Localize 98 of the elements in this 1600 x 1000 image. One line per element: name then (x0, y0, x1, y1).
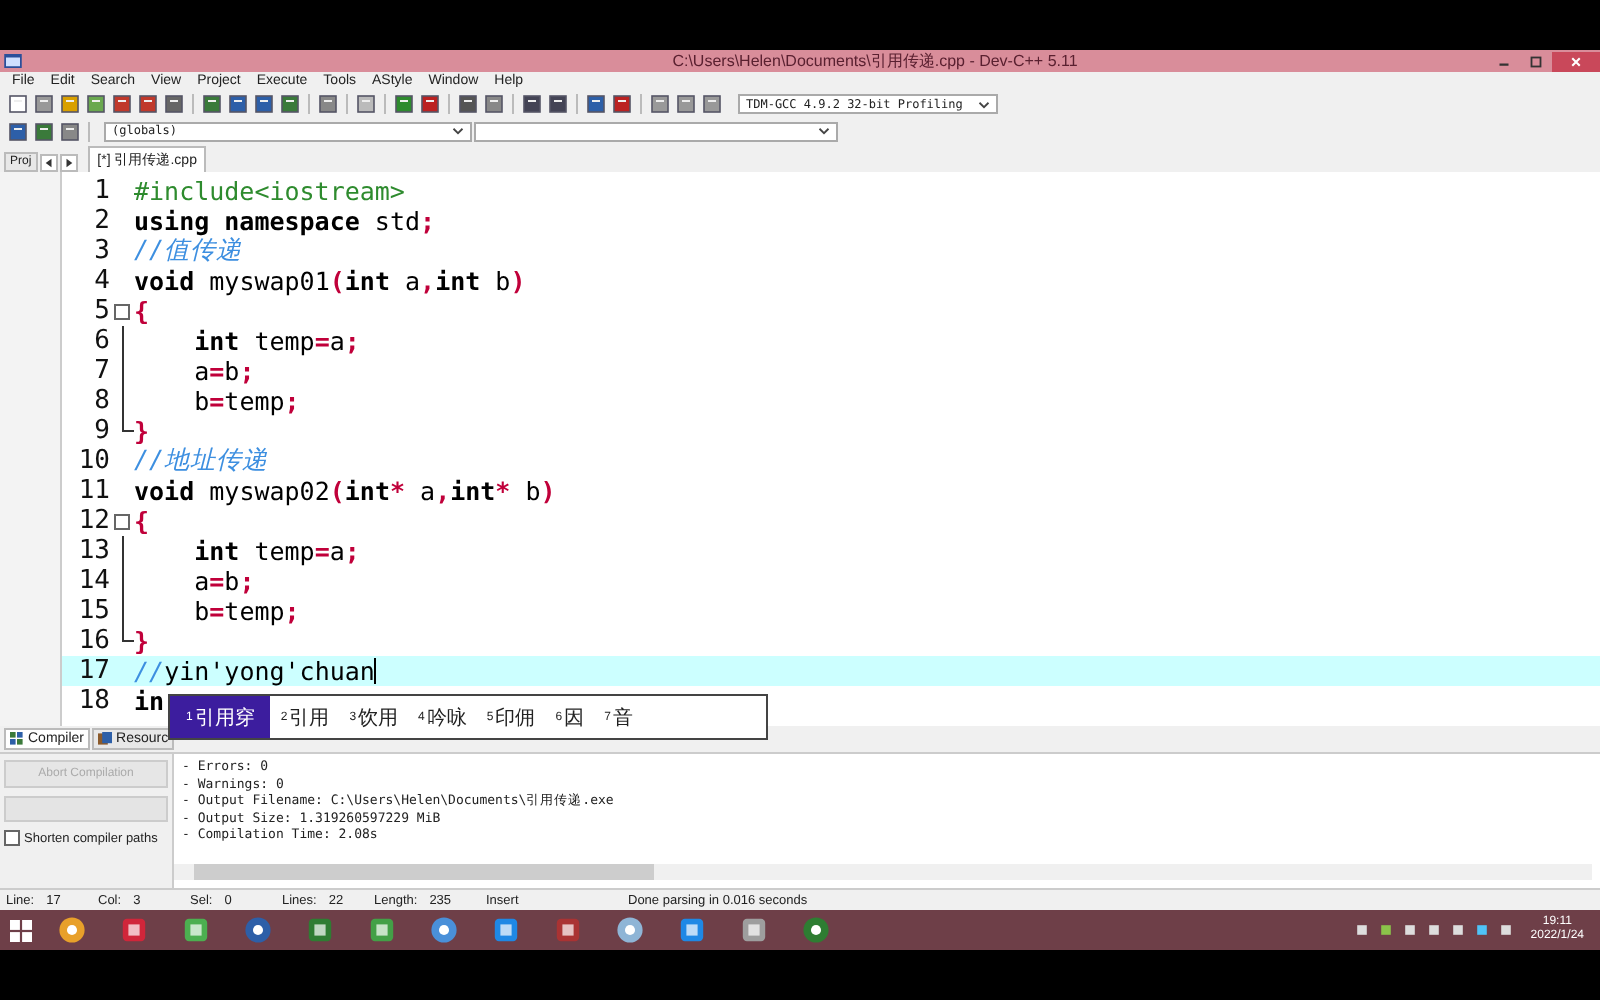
taskbar-app-icon[interactable] (430, 916, 458, 944)
taskbar-app-icon[interactable] (368, 916, 396, 944)
toolbar-icon[interactable] (484, 94, 504, 115)
taskbar-app-icon[interactable] (678, 916, 706, 944)
text-cursor (374, 658, 377, 685)
checkbox[interactable] (4, 830, 20, 847)
taskbar-app-icon[interactable] (244, 916, 272, 944)
toolbar-icon[interactable] (34, 121, 54, 142)
code-editor[interactable] (62, 172, 1600, 727)
code-line: in (134, 686, 165, 717)
taskbar-app-icon[interactable] (182, 916, 210, 944)
toolbar-icon[interactable] (34, 94, 54, 115)
maximize-icon (1530, 55, 1542, 67)
line-number: 6 (92, 326, 110, 357)
taskbar-app-icon[interactable] (802, 916, 830, 944)
code-line: a=b; (192, 566, 255, 597)
code-line: using namespace std; (134, 206, 436, 237)
code-line: { (134, 506, 150, 537)
toolbar-icon[interactable] (280, 94, 300, 115)
code-line: } (134, 626, 150, 657)
line-number: 8 (92, 386, 110, 417)
code-line: void myswap01(int a,int b) (134, 266, 526, 297)
close-button[interactable] (1552, 51, 1600, 71)
line-number: 7 (92, 356, 110, 387)
code-line: int temp=a; (192, 536, 360, 567)
code-line: b=temp; (192, 596, 300, 627)
toolbar-icon[interactable] (112, 94, 132, 115)
code-line: } (134, 416, 150, 447)
start-button[interactable] (9, 919, 31, 941)
toolbar-icon[interactable] (458, 94, 478, 115)
line-number: 13 (76, 536, 110, 567)
horizontal-scroll-bar[interactable] (174, 864, 1592, 881)
toolbar-icon[interactable] (650, 94, 670, 115)
code-line: //yin'yong'chuan (134, 656, 375, 687)
taskbar-app-icon[interactable] (492, 916, 520, 944)
line-number: 18 (76, 686, 110, 717)
toolbar-icon[interactable] (138, 94, 158, 115)
line-number: 11 (76, 476, 110, 507)
toolbar-icon[interactable] (164, 94, 184, 115)
close-icon (1570, 55, 1582, 67)
line-number: 10 (76, 446, 110, 477)
toolbar-icon[interactable] (420, 94, 440, 115)
pages-icon (98, 732, 113, 747)
toolbar-icon[interactable] (8, 94, 28, 115)
scroll-left-button[interactable] (39, 154, 58, 173)
toolbar-icon[interactable] (522, 94, 542, 115)
app-icon (4, 54, 22, 68)
caret-icon (978, 99, 990, 110)
line-number: 16 (76, 626, 110, 657)
code-line: b=temp; (192, 386, 300, 417)
toolbar-icon[interactable] (356, 94, 376, 115)
left-triangle-icon (43, 158, 54, 169)
line-number: 1 (92, 176, 110, 207)
fold-marker-icon[interactable] (114, 513, 130, 530)
taskbar-app-icon[interactable] (306, 916, 334, 944)
toolbar-icon[interactable] (676, 94, 696, 115)
line-number: 3 (92, 236, 110, 267)
taskbar-app-icon[interactable] (554, 916, 582, 944)
toolbar-icon[interactable] (86, 94, 106, 115)
toolbar-icon[interactable] (8, 121, 28, 142)
caret-icon (452, 126, 464, 137)
grid-icon (10, 732, 24, 747)
code-line: //值传递 (134, 234, 243, 269)
line-number: 9 (92, 416, 110, 447)
line-number: 12 (76, 506, 110, 537)
code-line: #include<iostream> (134, 176, 405, 207)
window-title: C:\Users\Helen\Documents\引用传递.cpp - Dev-C++ 5.11 (670, 50, 1080, 72)
code-line: int temp=a; (192, 326, 360, 357)
scroll-thumb[interactable] (194, 864, 654, 881)
toolbar-icon[interactable] (202, 94, 222, 115)
toolbar-icon[interactable] (60, 121, 80, 142)
line-number: 14 (76, 566, 110, 597)
line-number: 4 (92, 266, 110, 297)
line-number: 17 (76, 656, 110, 687)
toolbar-icon[interactable] (318, 94, 338, 115)
toolbar-icon[interactable] (702, 94, 722, 115)
line-number: 2 (92, 206, 110, 237)
toolbar-icon[interactable] (60, 94, 80, 115)
right-triangle-icon (63, 158, 74, 169)
taskbar-app-icon[interactable] (58, 916, 86, 944)
fold-marker-icon[interactable] (114, 303, 130, 320)
taskbar-app-icon[interactable] (740, 916, 768, 944)
toolbar-icon[interactable] (254, 94, 274, 115)
code-line: a=b; (192, 356, 255, 387)
caret-icon (818, 126, 830, 137)
toolbar-icon[interactable] (394, 94, 414, 115)
code-line: //地址传递 (134, 444, 269, 479)
code-line: { (134, 296, 150, 327)
taskbar-app-icon[interactable] (120, 916, 148, 944)
toolbar-icon[interactable] (548, 94, 568, 115)
code-line: void myswap02(int* a,int* b) (134, 476, 556, 507)
toolbar-icon[interactable] (228, 94, 248, 115)
taskbar-app-icon[interactable] (616, 916, 644, 944)
toolbar-icon[interactable] (612, 94, 632, 115)
scroll-right-button[interactable] (59, 154, 78, 173)
line-number: 5 (92, 296, 110, 327)
line-number: 15 (76, 596, 110, 627)
toolbar-icon[interactable] (586, 94, 606, 115)
